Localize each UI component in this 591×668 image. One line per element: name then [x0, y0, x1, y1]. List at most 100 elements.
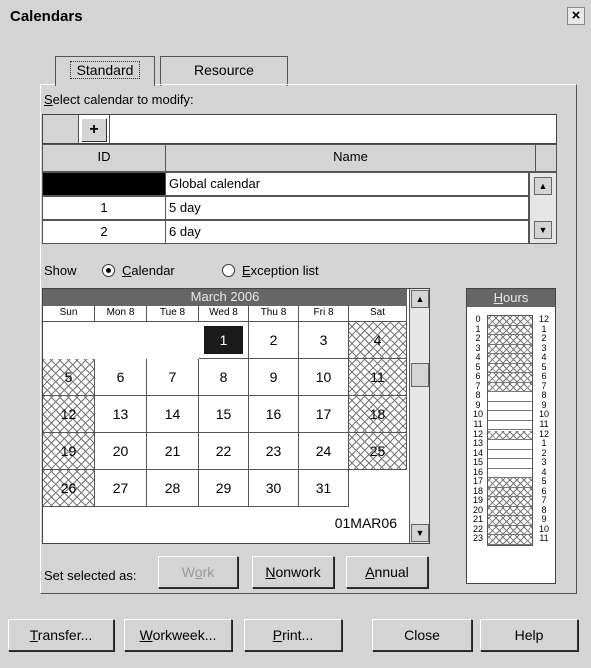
- hour-slot[interactable]: [488, 506, 532, 517]
- hour-slot[interactable]: [488, 440, 532, 450]
- calendar-day[interactable]: 9: [249, 359, 299, 396]
- annual-button[interactable]: Annual: [346, 556, 428, 588]
- table-row-name[interactable]: 5 day: [165, 196, 529, 220]
- calendar-day[interactable]: 22: [199, 433, 249, 470]
- calendar-day[interactable]: 10: [299, 359, 349, 396]
- day-of-week-header: Tue 8: [147, 306, 199, 322]
- scroll-thumb[interactable]: [411, 363, 429, 387]
- hour-slot[interactable]: [488, 516, 532, 526]
- hour-slot[interactable]: [488, 497, 532, 507]
- table-toolbar: +: [42, 114, 557, 144]
- help-button[interactable]: Help: [480, 619, 578, 651]
- hour-slot[interactable]: [488, 469, 532, 479]
- hours-right-labels: 12 1 2 3 4 5 6 7 8 9 10 11 12 1 2 3 4 5 6 7 8 9 10 11: [537, 314, 551, 546]
- nonwork-button[interactable]: Nonwork: [252, 556, 334, 588]
- calendar-day[interactable]: 13: [95, 396, 147, 433]
- scroll-down-icon[interactable]: ▼: [411, 524, 429, 542]
- calendar-day[interactable]: 19: [43, 433, 95, 470]
- hour-slot[interactable]: [488, 335, 532, 345]
- column-header-id[interactable]: ID: [42, 144, 166, 172]
- calendar-day[interactable]: 14: [147, 396, 199, 433]
- scroll-up-icon[interactable]: ▲: [411, 290, 429, 308]
- hours-bar[interactable]: [487, 315, 533, 546]
- hours-title: Hours: [467, 289, 555, 307]
- hour-slot[interactable]: [488, 487, 532, 498]
- column-header-name[interactable]: Name: [165, 144, 536, 172]
- calendar-radio-label[interactable]: Calendar: [122, 263, 175, 278]
- calendar-day[interactable]: 23: [249, 433, 299, 470]
- window-title: Calendars: [10, 8, 83, 25]
- hour-slot[interactable]: [488, 535, 532, 545]
- calendar-day[interactable]: 26: [43, 470, 95, 507]
- calendar-day[interactable]: 28: [147, 470, 199, 507]
- calendar-day[interactable]: 29: [199, 470, 249, 507]
- column-header-blank: [535, 144, 557, 172]
- table-row-global-name[interactable]: Global calendar: [165, 172, 529, 196]
- table-scrollbar[interactable]: ▲ ▼: [529, 172, 557, 244]
- hour-slot[interactable]: [488, 421, 532, 431]
- table-row-id[interactable]: 1: [42, 196, 166, 220]
- calendar-day[interactable]: 25: [349, 433, 407, 470]
- calendar-day[interactable]: 15: [199, 396, 249, 433]
- calendar-day[interactable]: 12: [43, 396, 95, 433]
- hour-slot[interactable]: [488, 363, 532, 374]
- hour-slot[interactable]: [488, 325, 532, 336]
- hour-slot[interactable]: [488, 316, 532, 326]
- hour-slot[interactable]: [488, 402, 532, 412]
- calendar-scrollbar[interactable]: ▲ ▼: [409, 289, 429, 543]
- calendar-day[interactable]: 8: [199, 359, 249, 396]
- hour-slot[interactable]: [488, 459, 532, 469]
- tab-standard[interactable]: Standard: [55, 56, 155, 86]
- toolbar-spacer: [43, 115, 79, 143]
- add-calendar-button[interactable]: +: [81, 118, 107, 142]
- hour-slot[interactable]: [488, 430, 532, 441]
- workweek-button[interactable]: Workweek...: [124, 619, 232, 651]
- day-of-week-header: Fri 8: [299, 306, 349, 322]
- tab-resource[interactable]: Resource: [160, 56, 288, 86]
- close-icon[interactable]: ×: [567, 7, 585, 25]
- hour-slot[interactable]: [488, 450, 532, 460]
- work-button[interactable]: Work: [158, 556, 238, 588]
- calendar-day[interactable]: 2: [249, 322, 299, 359]
- calendar-day[interactable]: 24: [299, 433, 349, 470]
- print-button[interactable]: Print...: [244, 619, 342, 651]
- calendar-day[interactable]: 17: [299, 396, 349, 433]
- set-selected-label: Set selected as:: [44, 568, 137, 583]
- calendar-day[interactable]: 16: [249, 396, 299, 433]
- hour-slot[interactable]: [488, 344, 532, 355]
- calendar-day[interactable]: 21: [147, 433, 199, 470]
- table-row-name[interactable]: 6 day: [165, 220, 529, 244]
- calendar-day[interactable]: 18: [349, 396, 407, 433]
- table-row-global-id[interactable]: [42, 172, 166, 196]
- tab-standard-label: Standard: [69, 61, 141, 79]
- hour-slot[interactable]: [488, 411, 532, 421]
- calendar-day[interactable]: 30: [249, 470, 299, 507]
- exception-list-radio-label[interactable]: Exception list: [242, 263, 319, 278]
- hour-slot[interactable]: [488, 373, 532, 383]
- scroll-down-icon[interactable]: ▼: [534, 221, 552, 239]
- calendar-day[interactable]: 6: [95, 359, 147, 396]
- hour-slot[interactable]: [488, 382, 532, 393]
- calendar-day[interactable]: 3: [299, 322, 349, 359]
- hour-slot[interactable]: [488, 525, 532, 536]
- calendar-day[interactable]: 27: [95, 470, 147, 507]
- day-of-week-header: Sat: [349, 306, 407, 322]
- tab-resource-label: Resource: [194, 62, 254, 78]
- title-bar: Calendars ×: [0, 0, 591, 36]
- exception-list-radio[interactable]: [222, 264, 235, 277]
- hour-slot[interactable]: [488, 392, 532, 402]
- hour-slot[interactable]: [488, 354, 532, 364]
- calendar-day[interactable]: 1: [199, 322, 249, 359]
- calendar-day[interactable]: 5: [43, 359, 95, 396]
- calendar-radio[interactable]: [102, 264, 115, 277]
- calendar-day[interactable]: 4: [349, 322, 407, 359]
- calendar-day[interactable]: 7: [147, 359, 199, 396]
- close-button[interactable]: Close: [372, 619, 472, 651]
- transfer-button[interactable]: Transfer...: [8, 619, 114, 651]
- calendar-day[interactable]: 11: [349, 359, 407, 396]
- table-row-id[interactable]: 2: [42, 220, 166, 244]
- calendar-day[interactable]: 20: [95, 433, 147, 470]
- scroll-up-icon[interactable]: ▲: [534, 177, 552, 195]
- calendar-day[interactable]: 31: [299, 470, 349, 507]
- hour-slot[interactable]: [488, 478, 532, 488]
